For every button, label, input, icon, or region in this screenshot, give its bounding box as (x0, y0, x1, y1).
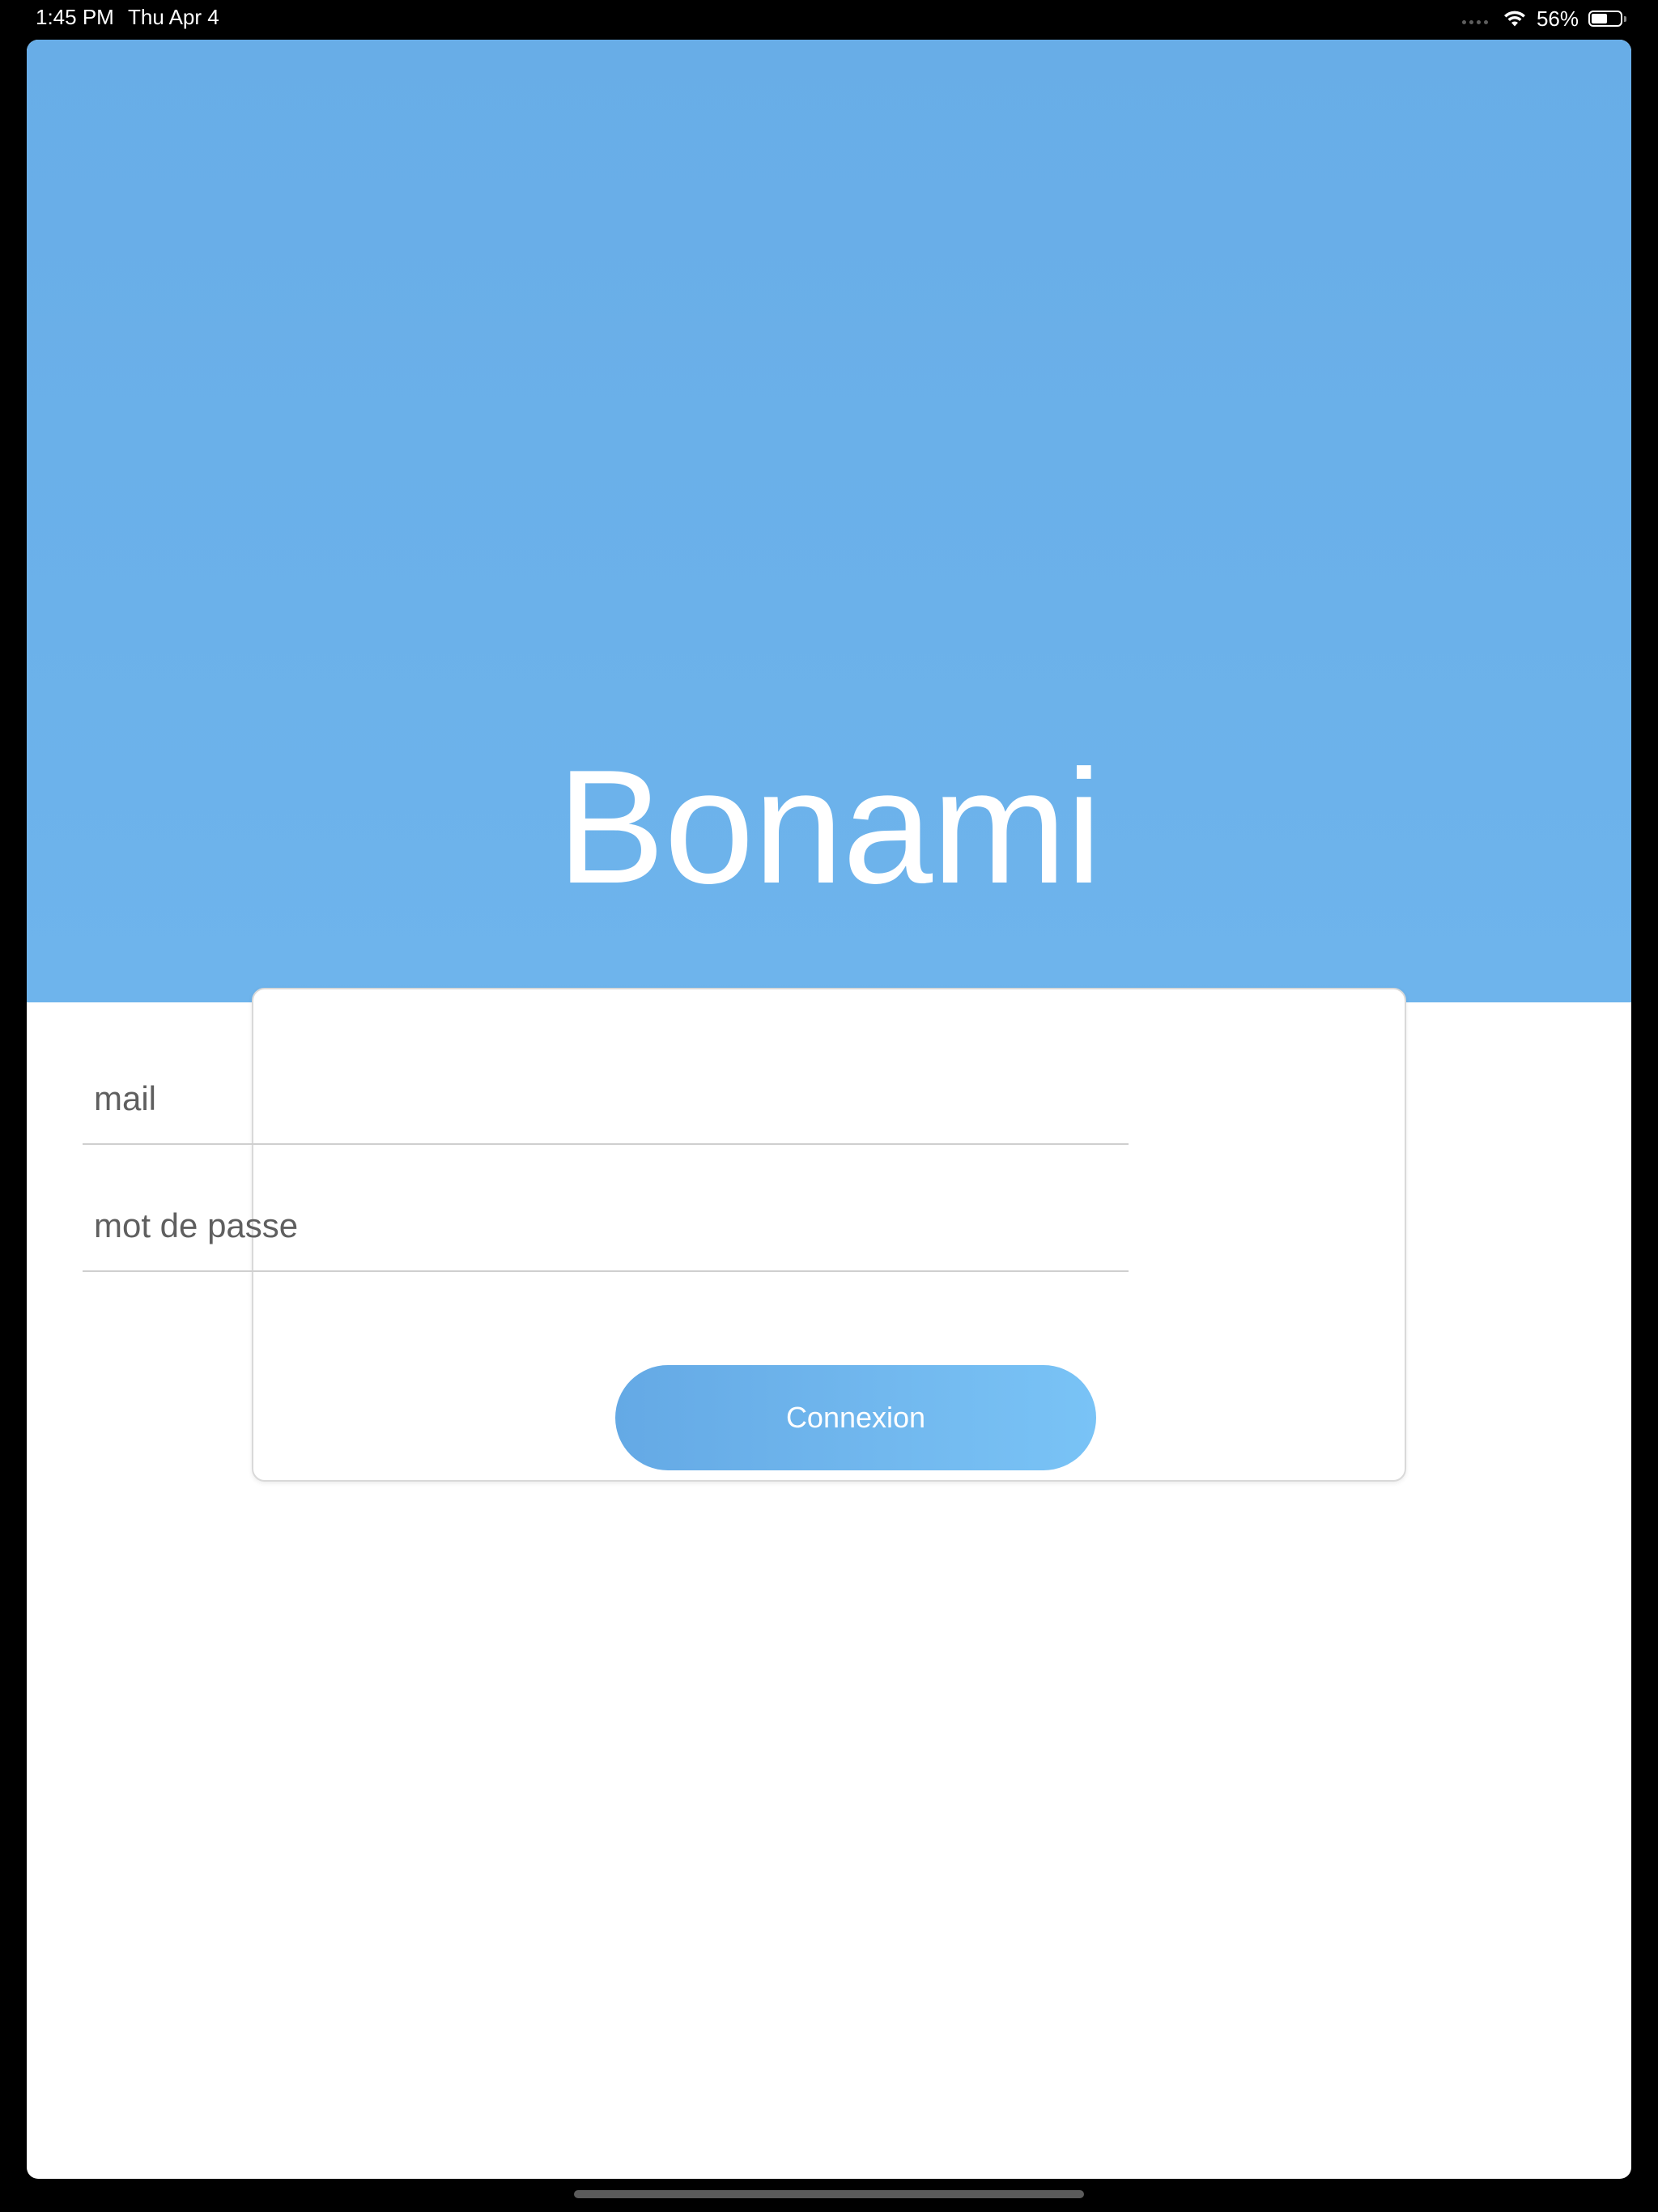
password-input[interactable] (83, 1181, 1129, 1270)
status-bar: 1:45 PM Thu Apr 4 56% (0, 0, 1658, 37)
header-banner: Bonami (27, 40, 1631, 1002)
status-indicators: 56% (1461, 5, 1626, 32)
connexion-button[interactable]: Connexion (615, 1365, 1096, 1470)
home-indicator[interactable] (574, 2190, 1084, 2198)
password-field-container (83, 1181, 1129, 1272)
app-screen: Bonami Connexion (27, 40, 1631, 2179)
app-title: Bonami (556, 737, 1102, 917)
status-date: Thu Apr 4 (128, 5, 219, 29)
mail-field-container (83, 1054, 1129, 1145)
signal-dots-icon (1461, 19, 1488, 24)
wifi-icon (1503, 11, 1525, 27)
status-time: 1:45 PM (36, 5, 114, 29)
battery-icon (1588, 11, 1626, 27)
mail-input[interactable] (83, 1054, 1129, 1143)
battery-level-fill (1592, 14, 1608, 23)
battery-cap (1624, 16, 1626, 22)
battery-percent: 56% (1536, 6, 1579, 31)
